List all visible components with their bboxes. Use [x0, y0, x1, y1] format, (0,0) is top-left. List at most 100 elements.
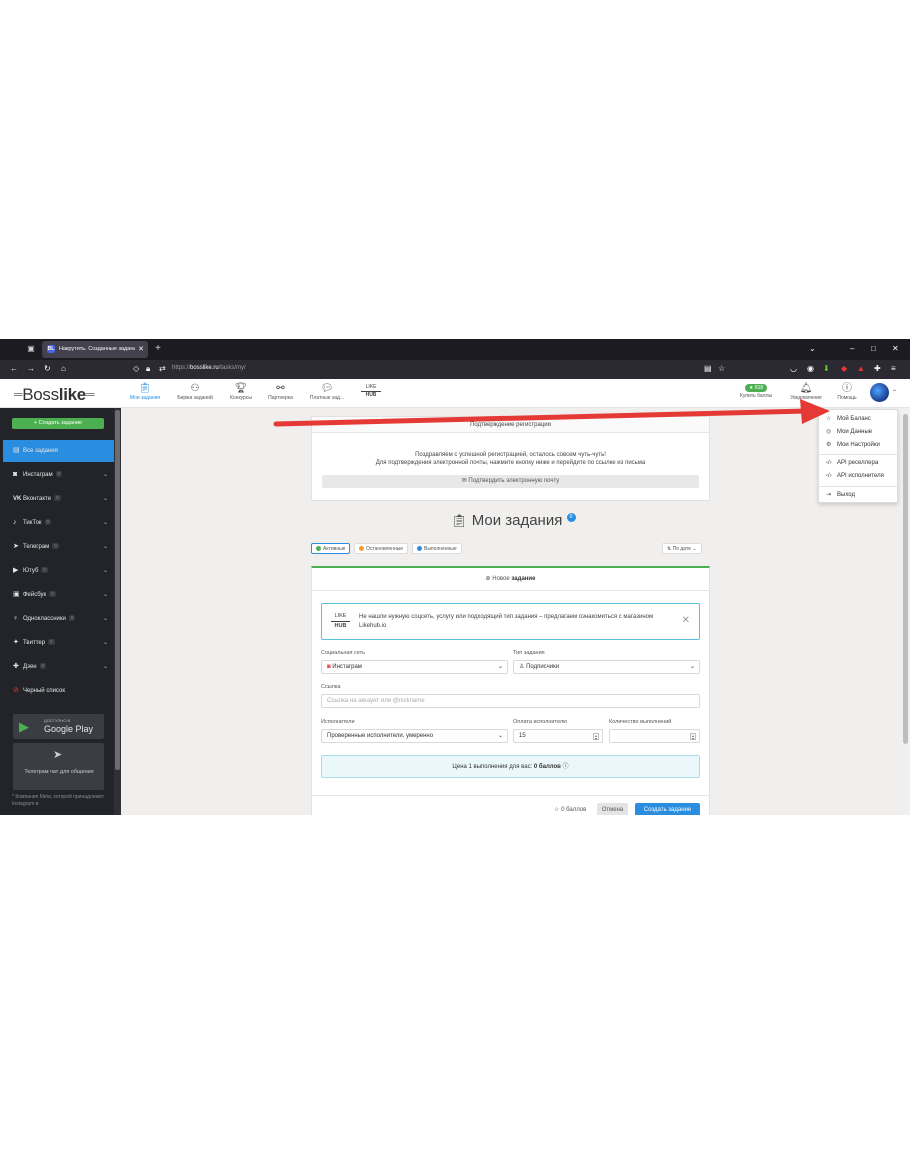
avatar[interactable] — [870, 383, 889, 402]
extensions-puzzle-icon[interactable]: ✚ — [874, 364, 881, 374]
sidebar-item-telegram[interactable]: ➤ Телеграм 0 ⌄ — [3, 536, 114, 558]
points-value: 0 баллов — [561, 807, 587, 813]
sidebar-item-twitter[interactable]: ✦ Твиттер 0 ⌄ — [3, 632, 114, 654]
forward-icon[interactable]: → — [27, 364, 35, 374]
minimize-icon[interactable]: – — [850, 344, 854, 353]
sidebar-item-youtube[interactable]: ▶ Ютуб 0 ⌄ — [3, 560, 114, 582]
executors-select[interactable]: Проверенные исполнители, умеренно ⌄ — [321, 729, 508, 743]
executors-value: Проверенные исполнители, умеренно — [327, 733, 434, 739]
maximize-icon[interactable]: □ — [871, 344, 876, 353]
window-close-icon[interactable]: ✕ — [892, 344, 899, 353]
shield-icon[interactable]: ◇ — [133, 364, 139, 374]
url-host: bosslike.ru — [190, 365, 219, 371]
filter-stopped[interactable]: Остановленные — [354, 543, 409, 554]
sidebar-item-vk[interactable]: VK Вконтакте 0 ⌄ — [3, 488, 114, 510]
sidebar-scroll-thumb[interactable] — [115, 410, 120, 770]
list-icon: ▤ — [13, 447, 20, 454]
menu-item-label: Мои Настройки — [837, 442, 880, 448]
tab-close-icon[interactable]: ✕ — [138, 345, 144, 353]
balance-badge[interactable]: ★ 818 — [745, 384, 768, 392]
extension-badge-icon[interactable]: ◆ — [841, 364, 847, 374]
permissions-icon[interactable]: ⇄ — [159, 364, 166, 374]
likehub-logo[interactable]: LIKE HUB — [361, 384, 381, 399]
nav-paid-tasks[interactable]: 💬︎ Платные зад... — [305, 382, 349, 406]
create-task-sidebar-button[interactable]: + Создать задание — [12, 418, 104, 429]
nav-notifications[interactable]: 🔔︎ Уведомления — [786, 382, 826, 406]
handshake-icon: ⚯ — [276, 383, 285, 394]
reader-view-icon[interactable]: ▤ — [704, 364, 712, 374]
menu-icon[interactable]: ≡ — [891, 364, 896, 374]
executors-label: Исполнители — [321, 719, 355, 725]
extension-red-icon[interactable]: ▲ — [857, 364, 865, 374]
help-circle-icon[interactable]: ⓘ — [563, 764, 569, 770]
stepper-icon[interactable]: ▴ ▾ — [690, 733, 696, 741]
new-task-header[interactable]: ⊕ Новое задание — [312, 568, 709, 591]
youtube-icon: ▶ — [13, 567, 19, 574]
filter-label: Активные — [323, 546, 346, 552]
cancel-button[interactable]: Отмена — [597, 803, 628, 815]
menu-item-logout[interactable]: ⇥ Выход — [826, 491, 855, 498]
sidebar-item-odnoklassniki[interactable]: ♀ Одноклассники 0 ⌄ — [3, 608, 114, 630]
menu-item-my-balance[interactable]: ☆ Мой Баланс — [826, 415, 871, 422]
buy-points-link[interactable]: Купить баллы — [735, 393, 777, 405]
create-task-button[interactable]: Создать задание — [635, 803, 700, 815]
sidebar-scrollbar[interactable] — [114, 408, 121, 815]
nav-help[interactable]: ⓘ Помощь — [833, 382, 861, 406]
bookmark-star-icon[interactable]: ☆ — [718, 364, 725, 374]
instagram-icon: ◙ — [13, 471, 18, 478]
quantity-input[interactable]: ▴ ▾ — [609, 729, 700, 743]
avatar-chevron-icon[interactable]: ⌃ — [892, 389, 897, 396]
new-tab-icon[interactable]: + — [153, 344, 163, 354]
menu-item-my-data[interactable]: ◎ Мои Данные — [826, 428, 872, 435]
lock-icon[interactable]: 🔒︎ — [146, 364, 150, 374]
filter-active[interactable]: Активные — [311, 543, 351, 554]
chevron-down-icon: ⌄ — [102, 568, 108, 574]
sidebar-item-facebook[interactable]: ▣ Фейсбук 0 ⌄ — [3, 584, 114, 606]
clipboard-icon: 📋︎ — [451, 513, 468, 528]
sort-dropdown[interactable]: ⇅ По дате ⌄ — [662, 543, 702, 554]
vk-icon: VK — [13, 496, 22, 502]
social-network-select[interactable]: ◙ Инстаграм ⌄ — [321, 660, 508, 674]
account-icon[interactable]: ◉ — [807, 364, 814, 374]
pocket-icon[interactable]: ◡ — [790, 364, 797, 374]
menu-item-api-executor[interactable]: ‹/› API исполнителя — [826, 473, 884, 479]
home-icon[interactable]: ⌂ — [61, 364, 66, 374]
sidebar-item-label: Ютуб — [23, 568, 39, 574]
page-scroll-thumb[interactable] — [903, 414, 908, 744]
close-icon[interactable]: ✕ — [682, 615, 690, 626]
sidebar-item-tiktok[interactable]: ♪ ТикТок 0 ⌄ — [3, 512, 114, 534]
nav-partners[interactable]: ⚯ Партнерка — [264, 382, 297, 406]
menu-item-my-settings[interactable]: ⚙ Мои Настройки — [826, 441, 880, 448]
balance-value: 818 — [754, 385, 764, 391]
nav-my-tasks[interactable]: 📋︎ Мои задания — [126, 382, 164, 406]
tab-list-chevron-icon[interactable]: ⌄ — [809, 344, 816, 353]
sidebar-item-zen[interactable]: ✚ Дзен 0 ⌄ — [3, 656, 114, 678]
sidebar-item-instagram[interactable]: ◙ Инстаграм 0 ⌄ — [3, 464, 114, 486]
sidebar-item-blacklist[interactable]: ⊘ Черный список — [3, 680, 114, 702]
confirm-email-button[interactable]: ✉ Подтвердить электронную почту — [322, 475, 699, 488]
link-input[interactable]: Ссылка на аккаунт или @nickname — [321, 694, 700, 708]
task-type-select[interactable]: ♙ Подписчики ⌄ — [513, 660, 700, 674]
page-scrollbar[interactable] — [901, 408, 910, 815]
filter-completed[interactable]: Выполненные — [412, 543, 462, 554]
nav-task-exchange[interactable]: ⚇ Биржа заданий — [172, 382, 218, 406]
google-play-button[interactable]: ▶ ДОСТУПНО В Google Play — [13, 714, 104, 739]
sidebar-item-all-tasks[interactable]: ▤ Все задания — [3, 440, 114, 462]
reload-icon[interactable]: ↻ — [44, 364, 51, 374]
new-task-prefix: Новое — [492, 576, 510, 582]
likehub-logo[interactable]: LIKE HUB — [331, 612, 350, 631]
back-icon[interactable]: ← — [10, 364, 18, 374]
google-play-small-label: ДОСТУПНО В — [44, 718, 71, 723]
extension-download-icon[interactable]: ⬇ — [823, 364, 830, 374]
logo[interactable]: ═Bosslike═ — [14, 385, 94, 405]
browser-tab[interactable]: BL Накрутить. Созданные задания ✕ — [42, 341, 148, 358]
payment-input[interactable]: 15 ▴ ▾ — [513, 729, 603, 743]
telegram-chat-button[interactable]: ➤ Телеграм чат для общения — [13, 743, 104, 790]
people-icon: ⚇ — [190, 383, 200, 394]
url-bar[interactable]: https://bosslike.ru/tasks/my/ — [172, 365, 246, 371]
stepper-icon[interactable]: ▴ ▾ — [593, 733, 599, 741]
logout-icon: ⇥ — [826, 492, 832, 498]
tab-overview-icon[interactable]: ▣ — [26, 344, 36, 354]
nav-contests[interactable]: 🏆︎ Конкурсы — [226, 382, 256, 406]
menu-item-api-reseller[interactable]: ‹/› API реселлера — [826, 460, 878, 466]
